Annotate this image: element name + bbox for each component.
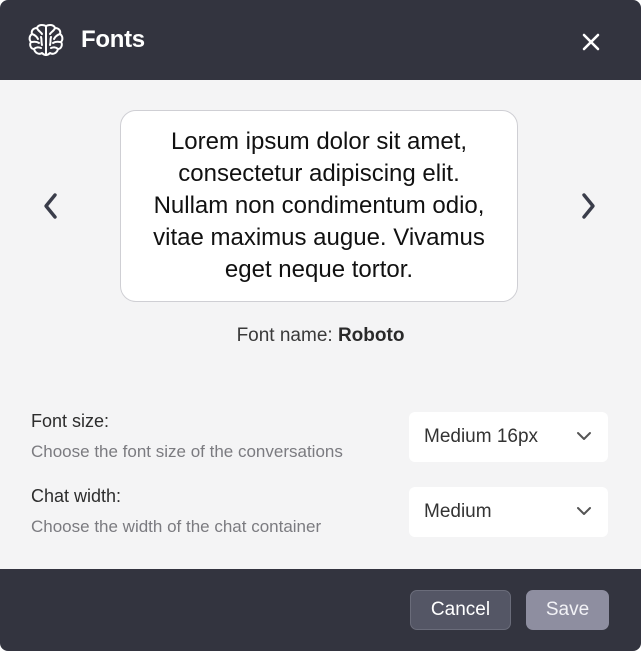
chat-width-select[interactable]: Medium (409, 487, 608, 537)
font-name-line: Font name: Roboto (0, 325, 641, 347)
font-size-description: Choose the font size of the conversation… (31, 442, 343, 461)
chat-width-description: Choose the width of the chat container (31, 517, 322, 536)
fonts-dialog: Fonts Lorem ipsum dolor sit amet, consec… (0, 0, 641, 651)
chat-width-selected-value: Medium (424, 501, 492, 522)
font-size-selected-value: Medium 16px (424, 426, 539, 447)
dialog-body: Lorem ipsum dolor sit amet, consectetur … (0, 80, 641, 569)
font-name-label: Font name: (236, 325, 333, 346)
chevron-right-icon[interactable] (575, 188, 601, 224)
dialog-header: Fonts (0, 0, 641, 80)
dialog-footer: Cancel Save (0, 569, 641, 651)
chevron-left-icon[interactable] (38, 188, 64, 224)
brain-icon (28, 23, 64, 56)
font-preview-text: Lorem ipsum dolor sit amet, consectetur … (153, 128, 485, 283)
chevron-down-icon (577, 432, 591, 440)
font-size-select[interactable]: Medium 16px (409, 412, 608, 462)
close-icon[interactable] (578, 29, 604, 55)
dialog-title: Fonts (81, 26, 145, 53)
chevron-down-icon (577, 507, 591, 515)
cancel-button[interactable]: Cancel (410, 590, 511, 630)
font-name-value: Roboto (337, 325, 405, 346)
save-button[interactable]: Save (526, 590, 609, 630)
font-size-label: Font size: (31, 411, 110, 431)
chat-width-label: Chat width: (31, 486, 122, 506)
font-preview-card: Lorem ipsum dolor sit amet, consectetur … (120, 110, 518, 302)
